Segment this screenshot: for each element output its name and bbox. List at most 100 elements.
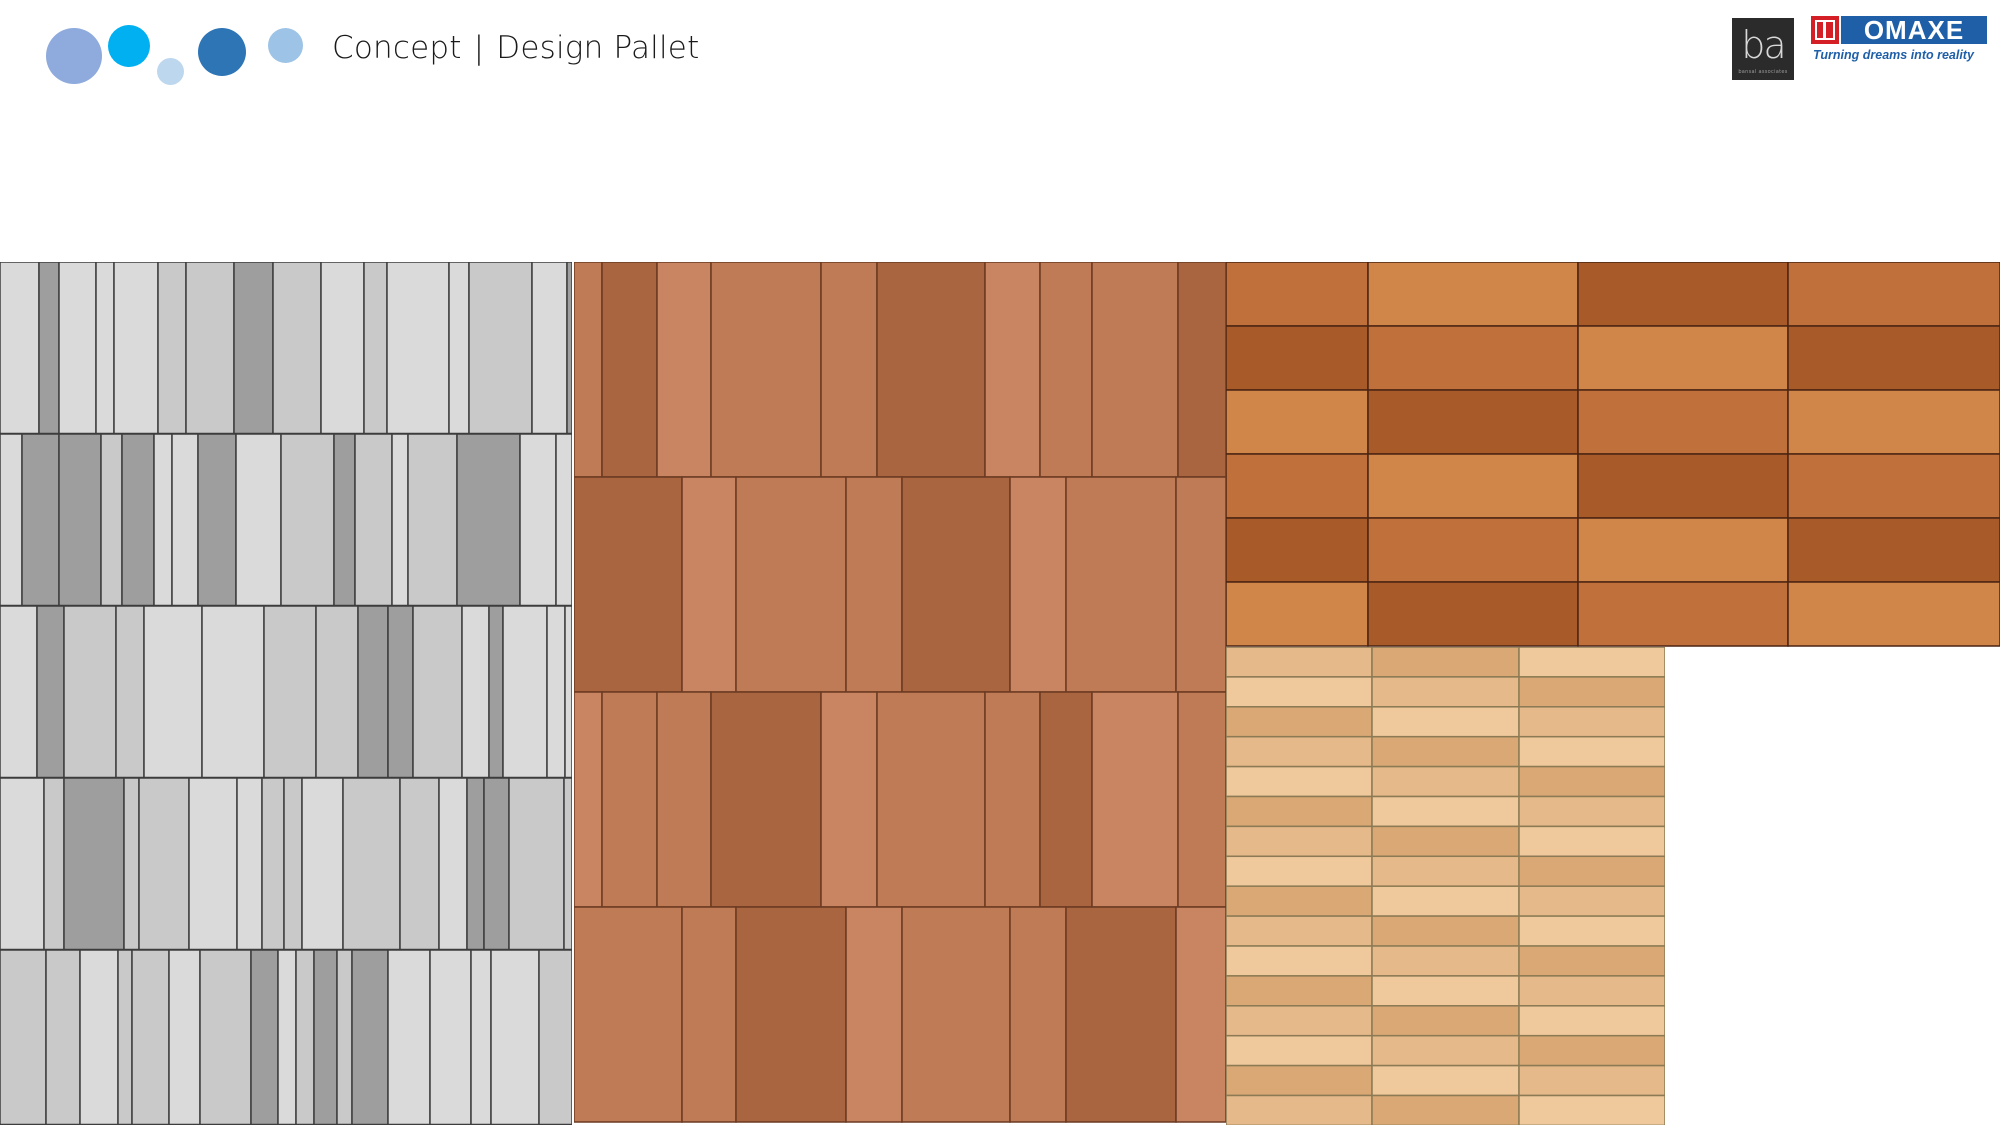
granite-strip — [95, 262, 115, 435]
sandstone-strip — [1226, 1005, 1373, 1037]
corten-panel — [1787, 262, 2000, 327]
granite-strip — [79, 949, 119, 1125]
corten-panel — [1226, 389, 1369, 455]
granite-strip — [143, 605, 203, 779]
granite-strip — [466, 777, 485, 951]
sandstone-strip — [1226, 765, 1373, 798]
terracotta-panel — [1039, 262, 1093, 478]
sandstone-strip — [1226, 647, 1373, 678]
granite-strip — [168, 949, 201, 1125]
granite-strip — [461, 605, 490, 779]
sandstone-strip — [1371, 915, 1520, 947]
sandstone-strip — [1371, 1005, 1520, 1037]
sandstone-strip — [1226, 1094, 1373, 1125]
granite-strip — [0, 949, 47, 1125]
granite-strip — [412, 605, 463, 779]
sandstone-strip — [1226, 735, 1373, 768]
corten-panel — [1367, 581, 1579, 647]
sandstone-strip — [1226, 795, 1373, 828]
sandstone-strip — [1518, 855, 1665, 887]
terracotta-panel — [681, 476, 737, 693]
terracotta-panel — [1039, 691, 1093, 908]
granite-strip — [153, 433, 173, 607]
sandstone-strip — [1226, 825, 1373, 858]
sandstone-strip — [1371, 765, 1520, 798]
granite-strip — [272, 262, 322, 435]
terracotta-panel — [601, 262, 658, 478]
title-separator: | — [473, 30, 485, 66]
granite-strip — [185, 262, 235, 435]
granite-strip — [357, 605, 389, 779]
swatch-grey-granite — [0, 262, 572, 1125]
terracotta-panel — [901, 476, 1011, 693]
sandstone-strip — [1518, 765, 1665, 798]
granite-strip — [100, 433, 123, 607]
granite-strip — [354, 433, 393, 607]
granite-strip — [233, 262, 274, 435]
granite-strip — [320, 262, 365, 435]
terracotta-panel — [574, 476, 683, 693]
granite-strip — [566, 262, 572, 435]
granite-strip — [351, 949, 389, 1125]
swatch-terracotta-stone-pattern — [574, 262, 1226, 1123]
granite-strip — [315, 605, 359, 779]
granite-strip — [121, 433, 155, 607]
granite-strip — [0, 262, 40, 435]
sandstone-strip — [1226, 676, 1373, 708]
granite-strip — [336, 949, 353, 1125]
granite-strip — [563, 777, 572, 951]
decorative-dot-2 — [108, 25, 150, 67]
granite-strip — [488, 605, 504, 779]
corten-panel — [1787, 453, 2000, 519]
corten-panel — [1577, 517, 1789, 583]
sandstone-strip — [1371, 825, 1520, 858]
terracotta-panel — [1175, 906, 1226, 1123]
terracotta-panel — [1009, 906, 1067, 1123]
granite-strip — [519, 433, 557, 607]
granite-strip — [564, 605, 572, 779]
granite-strip — [470, 949, 492, 1125]
decorative-dot-5 — [268, 28, 303, 63]
terracotta-panel — [1065, 476, 1177, 693]
swatch-sandstone-strip-pattern — [1226, 647, 1665, 1125]
granite-strip — [490, 949, 540, 1125]
granite-strip — [0, 433, 23, 607]
granite-strip — [36, 605, 65, 779]
terracotta-panel — [1091, 691, 1179, 908]
granite-strip — [43, 777, 65, 951]
granite-strip — [21, 433, 60, 607]
terracotta-panel — [1175, 476, 1226, 693]
sandstone-strip — [1518, 975, 1665, 1007]
sandstone-strip — [1518, 647, 1665, 678]
granite-strip — [387, 949, 431, 1125]
terracotta-panel — [574, 906, 683, 1123]
granite-strip — [197, 433, 237, 607]
terracotta-panel — [681, 906, 737, 1123]
granite-strip — [429, 949, 472, 1125]
terracotta-panel — [574, 691, 603, 908]
granite-strip — [0, 777, 45, 951]
terracotta-panel — [656, 691, 712, 908]
title-concept: Concept — [332, 30, 462, 66]
corten-panel — [1367, 517, 1579, 583]
terracotta-panel — [845, 476, 903, 693]
granite-strip — [363, 262, 388, 435]
sandstone-strip — [1518, 1094, 1665, 1125]
granite-strip — [45, 949, 81, 1125]
granite-strip — [295, 949, 315, 1125]
granite-strip — [456, 433, 521, 607]
granite-strip — [448, 262, 470, 435]
corten-panel — [1787, 325, 2000, 391]
granite-strip — [123, 777, 140, 951]
terracotta-panel — [574, 262, 603, 478]
granite-strip — [261, 777, 285, 951]
terracotta-panel — [901, 906, 1011, 1123]
terracotta-panel — [845, 906, 903, 1123]
granite-strip — [387, 605, 414, 779]
sandstone-strip — [1226, 1034, 1373, 1067]
swatch-terracotta-stone — [574, 262, 1226, 1125]
granite-strip — [131, 949, 170, 1125]
sandstone-strip — [1371, 945, 1520, 977]
granite-strip — [508, 777, 565, 951]
decorative-dot-3 — [157, 58, 184, 85]
